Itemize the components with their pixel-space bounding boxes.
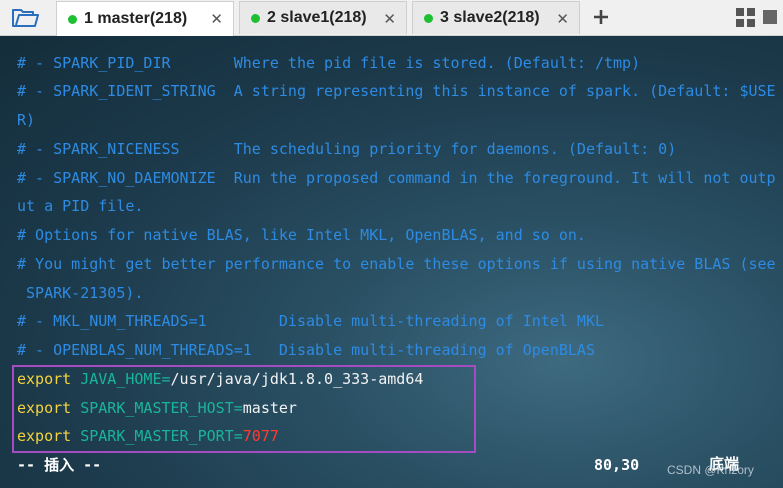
terminal-window: 1 master(218) ✕ 2 slave1(218) ✕ 3 slave2…	[0, 0, 783, 488]
close-icon[interactable]: ✕	[556, 10, 569, 28]
export-line-master-port: export SPARK_MASTER_PORT=7077	[17, 426, 279, 446]
plus-icon[interactable]	[588, 3, 614, 31]
watermark: CSDN @Knzory	[667, 463, 754, 477]
export-keyword: export	[17, 399, 72, 417]
variable-value: master	[242, 399, 297, 417]
comment-line: # - SPARK_PID_DIR Where the pid file is …	[17, 54, 641, 72]
variable-value: 7077	[242, 427, 279, 445]
comment-line: ut a PID file.	[17, 197, 144, 215]
tab-master[interactable]: 1 master(218) ✕	[56, 1, 234, 36]
comment-line: # Options for native BLAS, like Intel MK…	[17, 226, 586, 244]
comment-line: SPARK-21305).	[17, 284, 144, 302]
connection-status-icon	[251, 13, 260, 23]
connection-status-icon	[424, 13, 433, 23]
vim-mode-indicator: -- 插入 --	[17, 456, 102, 474]
export-keyword: export	[17, 427, 72, 445]
equals-sign: =	[233, 427, 243, 445]
square-menu-icon[interactable]	[763, 10, 777, 24]
export-line-java-home: export JAVA_HOME=/usr/java/jdk1.8.0_333-…	[17, 369, 423, 389]
export-line-master-host: export SPARK_MASTER_HOST=master	[17, 398, 297, 418]
tab-slave2[interactable]: 3 slave2(218) ✕	[412, 1, 580, 34]
comment-line: # - SPARK_NO_DAEMONIZE Run the proposed …	[17, 169, 776, 187]
variable-name: SPARK_MASTER_HOST	[80, 399, 234, 417]
connection-status-icon	[68, 14, 77, 24]
comment-line: # - OPENBLAS_NUM_THREADS=1 Disable multi…	[17, 341, 595, 359]
terminal-output[interactable]: # - SPARK_PID_DIR Where the pid file is …	[0, 36, 783, 488]
export-keyword: export	[17, 370, 72, 388]
variable-value: /usr/java/jdk1.8.0_333-amd64	[170, 370, 424, 388]
comment-line: # - SPARK_NICENESS The scheduling priori…	[17, 140, 677, 158]
close-icon[interactable]: ✕	[383, 10, 396, 28]
tab-label: 1 master(218)	[84, 10, 188, 27]
folder-icon[interactable]	[8, 4, 42, 32]
close-icon[interactable]: ✕	[210, 10, 223, 28]
variable-name: JAVA_HOME	[80, 370, 162, 388]
variable-name: SPARK_MASTER_PORT	[80, 427, 234, 445]
comment-line: # - SPARK_IDENT_STRING A string represen…	[17, 82, 776, 100]
comment-line: R)	[17, 111, 36, 129]
grid-layout-icon[interactable]	[735, 7, 757, 29]
comment-line: # - MKL_NUM_THREADS=1 Disable multi-thre…	[17, 312, 604, 330]
comment-line: # You might get better performance to en…	[17, 255, 776, 273]
tab-label: 3 slave2(218)	[440, 9, 540, 26]
tab-bar: 1 master(218) ✕ 2 slave1(218) ✕ 3 slave2…	[0, 0, 783, 36]
equals-sign: =	[233, 399, 243, 417]
tab-label: 2 slave1(218)	[267, 9, 367, 26]
tab-slave1[interactable]: 2 slave1(218) ✕	[239, 1, 407, 34]
equals-sign: =	[161, 370, 171, 388]
cursor-position: 80,30	[594, 456, 640, 474]
